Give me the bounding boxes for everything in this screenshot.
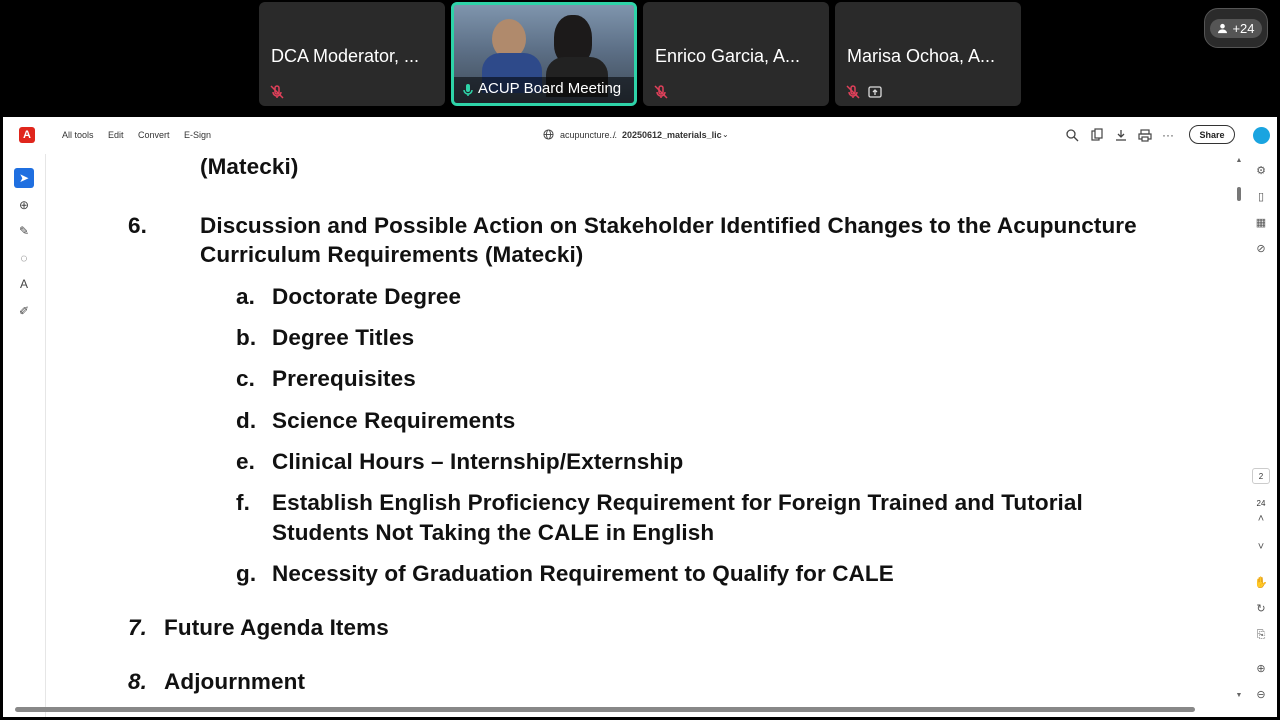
agenda-item-title: Curriculum Requirements (Matecki) [200,242,584,267]
scroll-up-arrow-icon[interactable]: ▲ [1235,157,1243,164]
participants-count: +24 [1232,20,1255,36]
scrollbar-thumb[interactable] [15,707,1195,712]
thumbnails-icon[interactable]: ▦ [1251,214,1271,232]
current-page-number[interactable]: 2 [1252,468,1270,484]
mic-muted-icon [654,85,668,99]
subitem-text: Necessity of Graduation Requirement to Q… [272,561,894,586]
subitem-letter: d. [236,408,257,433]
pages-icon[interactable] [1090,128,1104,142]
zoom-in-icon[interactable]: ⊕ [1251,660,1271,678]
subitem-text: Clinical Hours – Internship/Externship [272,449,684,474]
agenda-number: 7. [128,615,147,640]
scroll-down-arrow-icon[interactable]: ▼ [1235,692,1243,699]
comment-icon[interactable]: ▯ [1251,188,1271,206]
subitem-text: Science Requirements [272,408,516,433]
menu-convert[interactable]: Convert [138,130,170,140]
agenda-item-title: Adjournment [164,669,306,694]
horizontal-scrollbar[interactable] [9,705,1239,713]
participant-name: Marisa Ochoa, A... [847,46,996,66]
participants-button[interactable]: +24 [1204,8,1268,48]
subitem-text: Establish English Proficiency Requiremen… [272,490,1083,515]
mic-muted-icon [846,85,860,99]
participant-tile[interactable]: Enrico Garcia, A... [643,2,829,106]
document-page: (Matecki) 6. Discussion and Possible Act… [3,154,1233,704]
menu-all-tools[interactable]: All tools [62,130,94,140]
share-button[interactable]: Share [1189,125,1235,144]
viewer-toolbar: A All tools Edit Convert E-Sign acupunct… [3,117,1277,154]
breadcrumb-site[interactable]: acupuncture... [560,130,617,140]
scrollbar-thumb[interactable] [1237,187,1241,201]
agenda-item-title: Discussion and Possible Action on Stakeh… [200,213,1137,238]
chevron-down-icon[interactable]: ˅ [1251,538,1271,556]
screen-share-icon [868,86,882,98]
search-icon[interactable] [1065,128,1079,142]
globe-icon [543,129,554,140]
right-tool-rail: ⚙ ▯ ▦ ⊘ 2 24 ˄ ˅ ✋ ↻ ⎘ ⊕ ⊖ [1245,154,1277,717]
participant-tile[interactable]: Marisa Ochoa, A... [835,2,1021,106]
acrobat-logo-icon[interactable]: A [19,127,35,143]
agenda-item-title: Future Agenda Items [164,615,389,640]
subitem-letter: f. [236,490,250,515]
subitem-text: Students Not Taking the CALE in English [272,520,715,545]
pdf-viewer: A All tools Edit Convert E-Sign acupunct… [3,117,1277,717]
participant-tile-active[interactable]: ACUP Board Meeting [451,2,637,106]
subitem-letter: c. [236,366,255,391]
subitem-letter: e. [236,449,255,474]
participant-name: Enrico Garcia, A... [655,46,801,66]
participant-name: DCA Moderator, ... [271,46,420,66]
agenda-number: 6. [128,213,147,238]
subitem-text: Prerequisites [272,366,416,391]
vertical-scrollbar[interactable]: ▲ ▼ [1235,157,1243,709]
chevron-down-icon[interactable]: ⌄ [722,130,729,139]
hand-tool-icon[interactable]: ✋ [1251,574,1271,592]
fit-page-icon[interactable]: ⎘ [1251,626,1271,644]
more-options-icon[interactable]: ··· [1161,128,1175,142]
breadcrumb-file[interactable]: 20250612_materials_lic [622,130,722,140]
agenda-number: 8. [128,669,147,694]
rotate-icon[interactable]: ↻ [1251,600,1271,618]
zoom-out-icon[interactable]: ⊖ [1251,686,1271,704]
participant-name: ACUP Board Meeting [478,80,622,97]
chevron-up-icon[interactable]: ˄ [1251,510,1271,528]
ai-assistant-icon[interactable]: ⚙ [1251,162,1271,180]
menu-edit[interactable]: Edit [108,130,124,140]
subitem-letter: g. [236,561,257,586]
meeting-strip: DCA Moderator, ... ACUP Board Meeting En… [0,0,1280,110]
subitem-letter: a. [236,284,255,309]
menu-esign[interactable]: E-Sign [184,130,211,140]
breadcrumb-separator: / [613,130,616,140]
subitem-letter: b. [236,325,257,350]
user-avatar[interactable] [1253,127,1270,144]
doc-text-line: (Matecki) [200,154,299,179]
subitem-text: Doctorate Degree [272,284,462,309]
attachment-icon[interactable]: ⊘ [1251,240,1271,258]
total-pages: 24 [1256,499,1266,508]
active-speaker-label: ACUP Board Meeting [454,77,634,103]
mic-active-icon [463,84,473,96]
subitem-text: Degree Titles [272,325,415,350]
mic-muted-icon [270,85,284,99]
download-icon[interactable] [1114,128,1128,142]
print-icon[interactable] [1138,128,1152,142]
participant-tile[interactable]: DCA Moderator, ... [259,2,445,106]
person-icon [1218,23,1228,33]
